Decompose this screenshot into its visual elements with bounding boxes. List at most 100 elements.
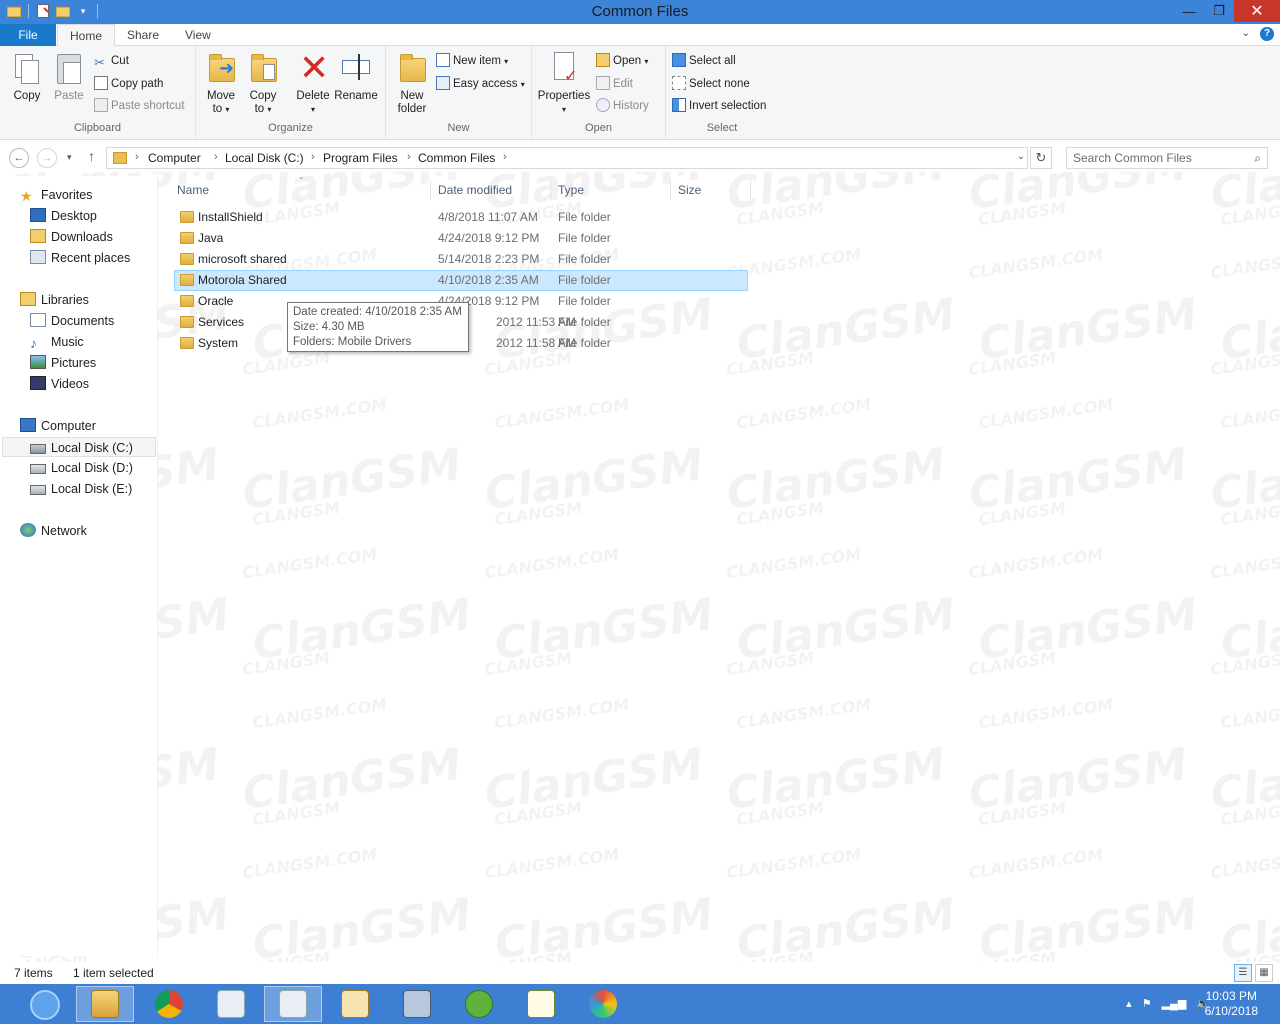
column-header-date-modified[interactable]: Date modified [438, 180, 512, 200]
minimize-ribbon-chevron-icon[interactable]: ⌄ [1242, 28, 1250, 39]
taskbar-chrome[interactable] [140, 986, 198, 1022]
file-row-selected[interactable]: Motorola Shared 4/10/2018 2:35 AM File f… [174, 270, 748, 291]
delete-x-icon: ✕ [299, 47, 330, 88]
copy-button[interactable]: Copy [8, 50, 46, 103]
start-button[interactable] [30, 990, 60, 1020]
folder-icon [180, 274, 194, 286]
back-button[interactable]: ← [9, 148, 29, 168]
new-item-button[interactable]: New item ▾ [436, 52, 508, 70]
nav-network[interactable]: Network [20, 521, 87, 541]
maximize-button[interactable]: ❐ [1204, 0, 1234, 22]
file-row[interactable]: Java 4/24/2018 9:12 PM File folder [174, 228, 748, 249]
breadcrumb-chevron-icon[interactable]: › [503, 151, 507, 163]
new-folder-label-2: folder [397, 103, 427, 115]
nav-music[interactable]: ♪ Music [30, 332, 84, 352]
nav-local-disk-c[interactable]: Local Disk (C:) [2, 437, 156, 457]
help-icon[interactable]: ? [1260, 27, 1274, 41]
breadcrumb-chevron-icon[interactable]: › [214, 151, 218, 163]
taskbar-notepad[interactable] [512, 986, 570, 1022]
breadcrumb-chevron-icon[interactable]: › [135, 151, 139, 163]
taskbar-network-app[interactable] [388, 986, 446, 1022]
cut-button[interactable]: ✂ Cut [94, 52, 129, 70]
nav-documents[interactable]: Documents [30, 311, 114, 331]
easy-access-button[interactable]: Easy access ▾ [436, 75, 525, 93]
network-signal-icon[interactable]: ▂▄▆ [1162, 997, 1187, 1010]
tab-view[interactable]: View [173, 24, 223, 46]
delete-button[interactable]: ✕ Delete ▾ [292, 50, 334, 116]
nav-libraries[interactable]: Libraries [20, 290, 89, 310]
copy-to-button[interactable]: Copy to ▾ [244, 50, 282, 116]
edit-button[interactable]: Edit [596, 75, 633, 93]
rename-button[interactable]: Rename [334, 50, 378, 103]
new-folder-button[interactable]: New folder [392, 50, 432, 116]
breadcrumb-common-files[interactable]: Common Files [418, 151, 495, 165]
tooltip-folders: Folders: Mobile Drivers [293, 336, 412, 348]
taskbar-xd-app[interactable] [326, 986, 384, 1022]
invert-selection-button[interactable]: Invert selection [672, 97, 766, 115]
recent-places-icon [30, 250, 46, 264]
column-header-type[interactable]: Type [558, 180, 584, 200]
refresh-button[interactable]: ↻ [1030, 147, 1052, 169]
clock[interactable]: 10:03 PM 6/10/2018 [1205, 989, 1258, 1019]
tab-home[interactable]: Home [57, 24, 116, 47]
large-icons-view-icon[interactable]: ▦ [1255, 964, 1273, 982]
properties-button[interactable]: ✓ Properties ▾ [536, 50, 592, 116]
breadcrumb-program-files[interactable]: Program Files [323, 151, 398, 165]
column-header-size[interactable]: Size [678, 180, 701, 200]
file-type: File folder [558, 294, 611, 308]
nav-local-disk-d[interactable]: Local Disk (D:) [30, 458, 133, 478]
taskbar-idm[interactable] [450, 986, 508, 1022]
column-header-name[interactable]: Name [177, 180, 209, 200]
nav-favorites-label: Favorites [41, 188, 93, 202]
paste-label: Paste [54, 90, 84, 102]
select-all-button[interactable]: Select all [672, 52, 736, 70]
nav-desktop[interactable]: Desktop [30, 206, 97, 226]
search-input[interactable] [1073, 150, 1243, 166]
minimize-button[interactable]: — [1174, 0, 1204, 22]
nav-documents-label: Documents [51, 314, 115, 328]
breadcrumb-chevron-icon[interactable]: › [407, 151, 411, 163]
history-button[interactable]: History [596, 97, 649, 115]
recent-locations-chevron-icon[interactable]: ▾ [67, 152, 72, 163]
tab-share[interactable]: Share [115, 24, 171, 46]
close-button[interactable]: ✕ [1234, 0, 1280, 22]
file-explorer-icon [91, 990, 119, 1018]
file-row[interactable]: InstallShield 4/8/2018 11:07 AM File fol… [174, 207, 748, 228]
forward-button[interactable]: → [37, 148, 57, 168]
nav-local-disk-e[interactable]: Local Disk (E:) [30, 479, 132, 499]
show-hidden-icons-chevron-icon[interactable]: ▴ [1126, 997, 1132, 1010]
search-box[interactable]: ⌕ [1066, 147, 1268, 169]
select-none-button[interactable]: Select none [672, 75, 750, 93]
open-button[interactable]: Open ▾ [596, 52, 648, 70]
cut-label: Cut [111, 55, 129, 67]
nav-pictures[interactable]: Pictures [30, 353, 96, 373]
paste-button[interactable]: Paste [50, 50, 88, 103]
breadcrumb-computer[interactable]: Computer [148, 151, 201, 165]
search-icon[interactable]: ⌕ [1254, 151, 1261, 166]
copy-path-button[interactable]: Copy path [94, 75, 163, 93]
move-to-button[interactable]: ➜ Move to ▾ [202, 50, 240, 116]
details-view-icon[interactable]: ☰ [1234, 964, 1252, 982]
address-bar[interactable]: › Computer › Local Disk (C:) › Program F… [106, 147, 1028, 169]
tab-file[interactable]: File [0, 24, 56, 46]
ribbon: Copy Paste ✂ Cut Copy path Paste shortcut… [0, 46, 1280, 140]
nav-computer-label: Computer [41, 419, 96, 433]
taskbar-file-explorer[interactable] [76, 986, 134, 1022]
taskbar-download-app-1[interactable] [202, 986, 260, 1022]
address-dropdown-chevron-icon[interactable]: ⌄ [1017, 151, 1025, 162]
taskbar-paint[interactable] [574, 986, 632, 1022]
up-arrow-button[interactable]: ↑ [88, 148, 95, 164]
breadcrumb-local-disk-c[interactable]: Local Disk (C:) [225, 151, 304, 165]
nav-downloads[interactable]: Downloads [30, 227, 113, 247]
action-center-flag-icon[interactable]: ⚑ [1142, 997, 1152, 1010]
select-all-icon [672, 53, 686, 67]
file-row[interactable]: microsoft shared 5/14/2018 2:23 PM File … [174, 249, 748, 270]
paste-shortcut-button[interactable]: Paste shortcut [94, 97, 185, 115]
nav-computer[interactable]: Computer [20, 416, 96, 436]
taskbar-download-app-2[interactable] [264, 986, 322, 1022]
nav-recent-places[interactable]: Recent places [30, 248, 130, 268]
breadcrumb-chevron-icon[interactable]: › [311, 151, 315, 163]
nav-videos[interactable]: Videos [30, 374, 89, 394]
drive-icon [30, 464, 46, 474]
nav-favorites[interactable]: ★ Favorites [20, 185, 92, 205]
